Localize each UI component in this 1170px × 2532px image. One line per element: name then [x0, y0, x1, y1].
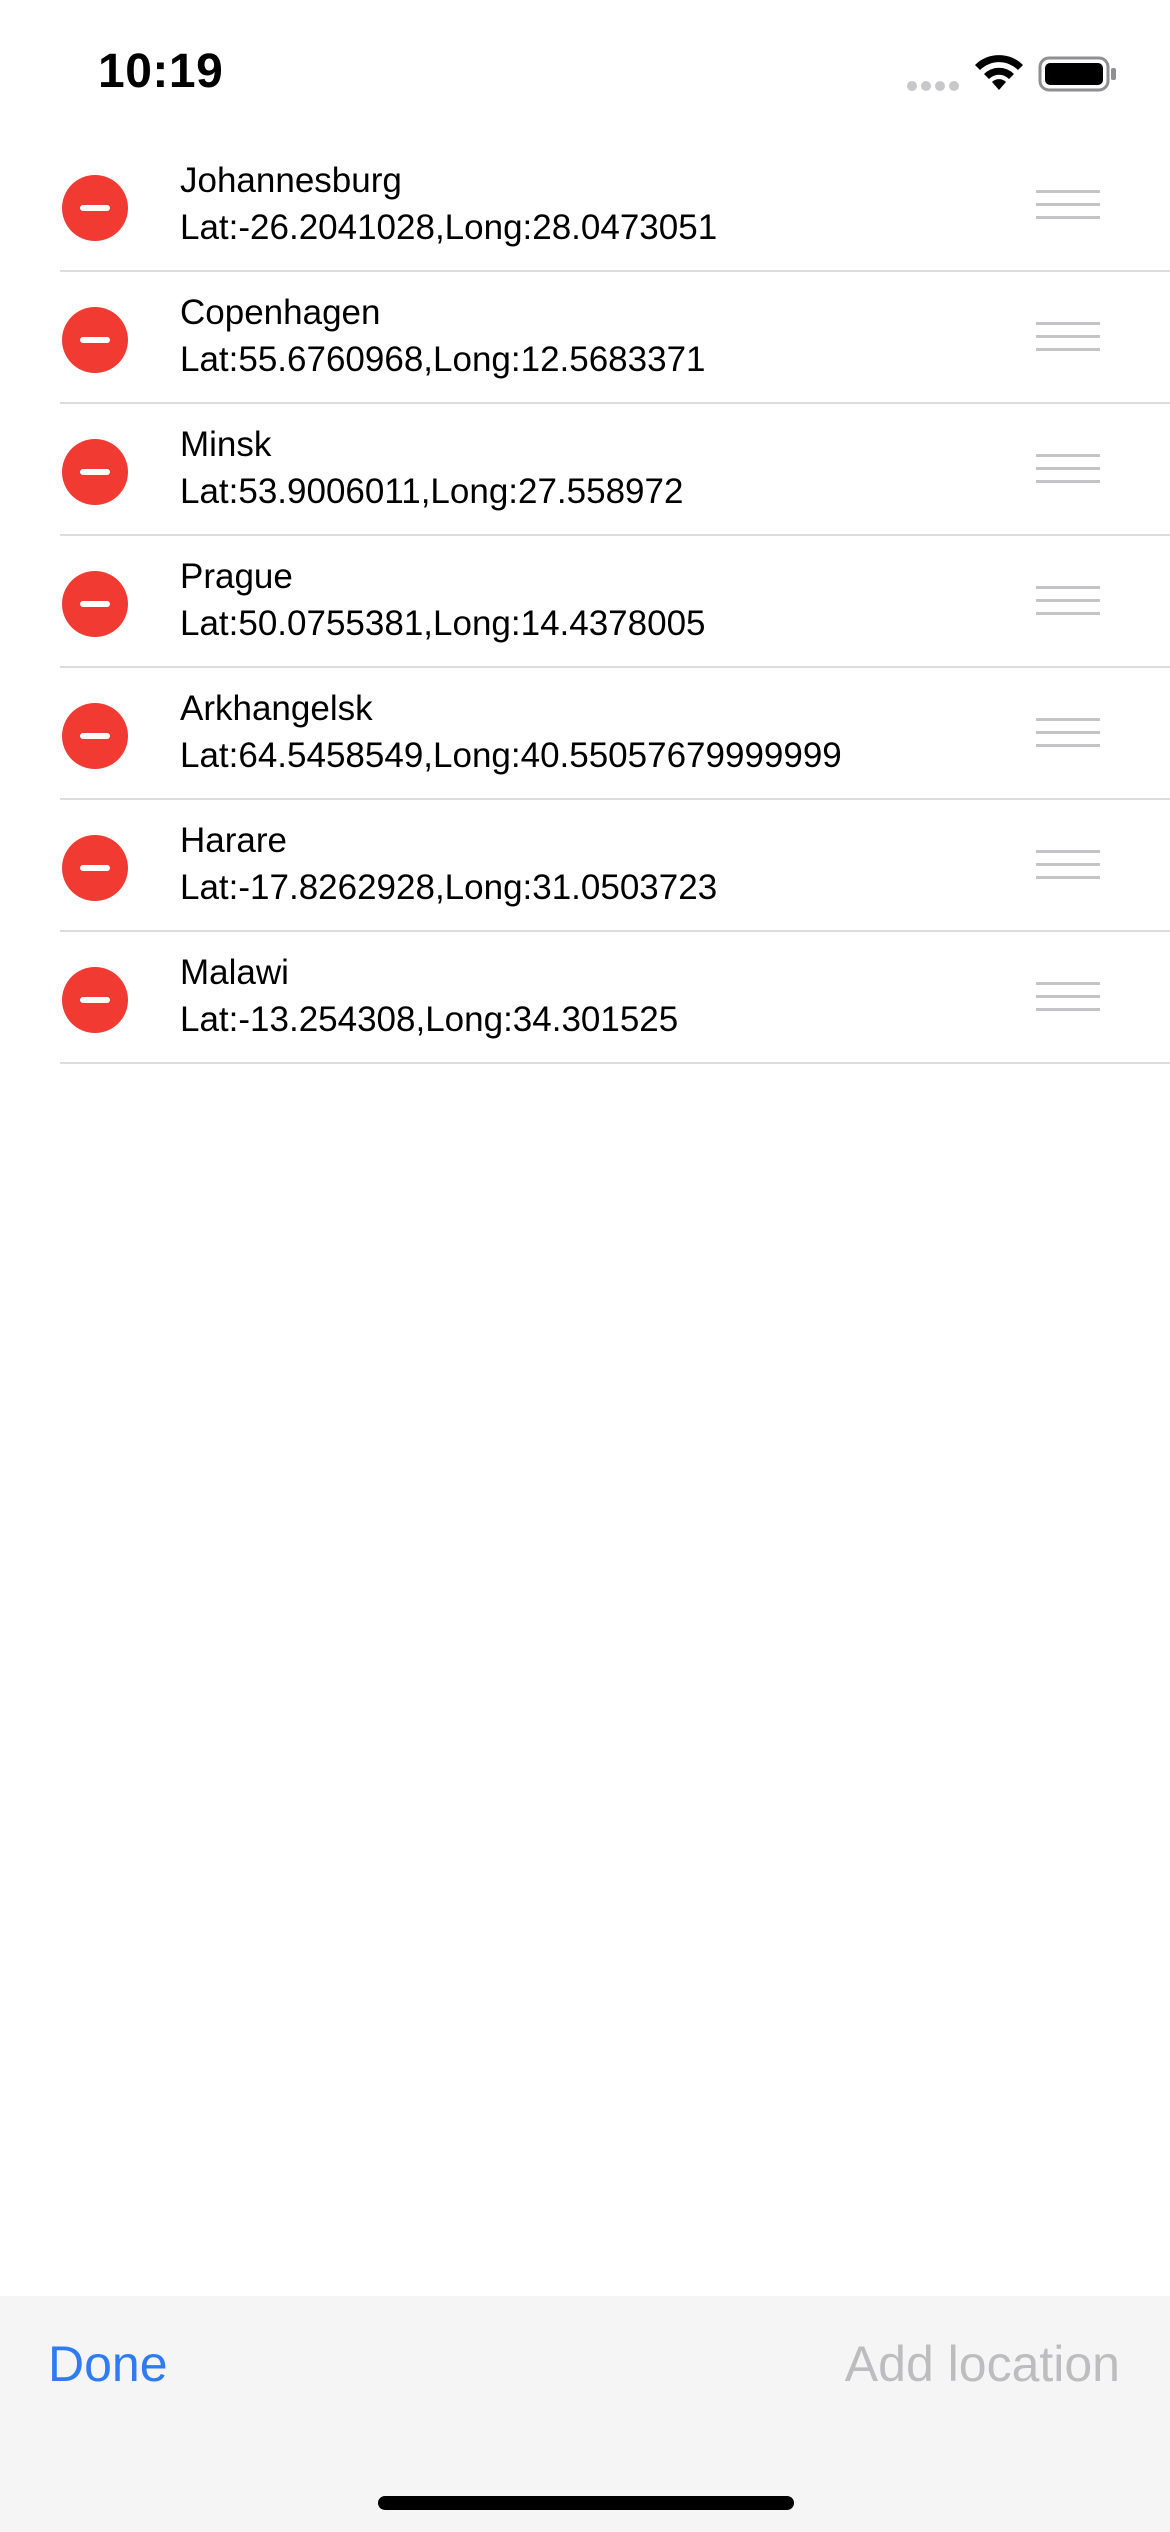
wifi-icon: [975, 55, 1023, 90]
done-button[interactable]: Done: [48, 2332, 168, 2396]
minus-icon: [80, 865, 110, 871]
list-item[interactable]: Prague Lat:50.0755381,Long:14.4378005: [60, 536, 1170, 668]
location-title: Minsk: [180, 425, 272, 464]
delete-button[interactable]: [62, 967, 128, 1033]
list-item[interactable]: Malawi Lat:-13.254308,Long:34.301525: [60, 932, 1170, 1064]
minus-icon: [80, 205, 110, 211]
list-item[interactable]: Johannesburg Lat:-26.2041028,Long:28.047…: [60, 140, 1170, 272]
minus-icon: [80, 469, 110, 475]
reorder-handle-icon[interactable]: [1036, 850, 1100, 884]
delete-button[interactable]: [62, 703, 128, 769]
delete-button[interactable]: [62, 439, 128, 505]
minus-icon: [80, 601, 110, 607]
location-coordinates: Lat:53.9006011,Long:27.558972: [180, 472, 684, 511]
status-bar: 10:19: [0, 0, 1170, 140]
list-item[interactable]: Minsk Lat:53.9006011,Long:27.558972: [60, 404, 1170, 536]
reorder-handle-icon[interactable]: [1036, 190, 1100, 224]
reorder-handle-icon[interactable]: [1036, 454, 1100, 488]
location-coordinates: Lat:64.5458549,Long:40.55057679999999: [180, 736, 842, 775]
location-title: Johannesburg: [180, 161, 402, 200]
reorder-handle-icon[interactable]: [1036, 982, 1100, 1016]
reorder-handle-icon[interactable]: [1036, 322, 1100, 356]
delete-button[interactable]: [62, 835, 128, 901]
location-title: Malawi: [180, 953, 289, 992]
cellular-signal-icon: [907, 81, 959, 91]
list-item[interactable]: Harare Lat:-17.8262928,Long:31.0503723: [60, 800, 1170, 932]
delete-button[interactable]: [62, 307, 128, 373]
add-location-button[interactable]: Add location: [845, 2332, 1120, 2396]
minus-icon: [80, 997, 110, 1003]
location-coordinates: Lat:55.6760968,Long:12.5683371: [180, 340, 706, 379]
reorder-handle-icon[interactable]: [1036, 586, 1100, 620]
location-title: Copenhagen: [180, 293, 381, 332]
battery-icon: [1038, 56, 1116, 92]
location-coordinates: Lat:-13.254308,Long:34.301525: [180, 1000, 679, 1039]
bottom-toolbar: Done Add location: [0, 2296, 1170, 2532]
delete-button[interactable]: [62, 175, 128, 241]
location-list: Johannesburg Lat:-26.2041028,Long:28.047…: [0, 140, 1170, 1064]
location-coordinates: Lat:-26.2041028,Long:28.0473051: [180, 208, 718, 247]
location-coordinates: Lat:50.0755381,Long:14.4378005: [180, 604, 706, 643]
minus-icon: [80, 337, 110, 343]
list-item[interactable]: Copenhagen Lat:55.6760968,Long:12.568337…: [60, 272, 1170, 404]
list-item[interactable]: Arkhangelsk Lat:64.5458549,Long:40.55057…: [60, 668, 1170, 800]
location-title: Harare: [180, 821, 287, 860]
location-title: Arkhangelsk: [180, 689, 373, 728]
status-time: 10:19: [98, 45, 224, 98]
delete-button[interactable]: [62, 571, 128, 637]
minus-icon: [80, 733, 110, 739]
location-coordinates: Lat:-17.8262928,Long:31.0503723: [180, 868, 718, 907]
home-indicator[interactable]: [378, 2496, 794, 2510]
reorder-handle-icon[interactable]: [1036, 718, 1100, 752]
location-title: Prague: [180, 557, 293, 596]
